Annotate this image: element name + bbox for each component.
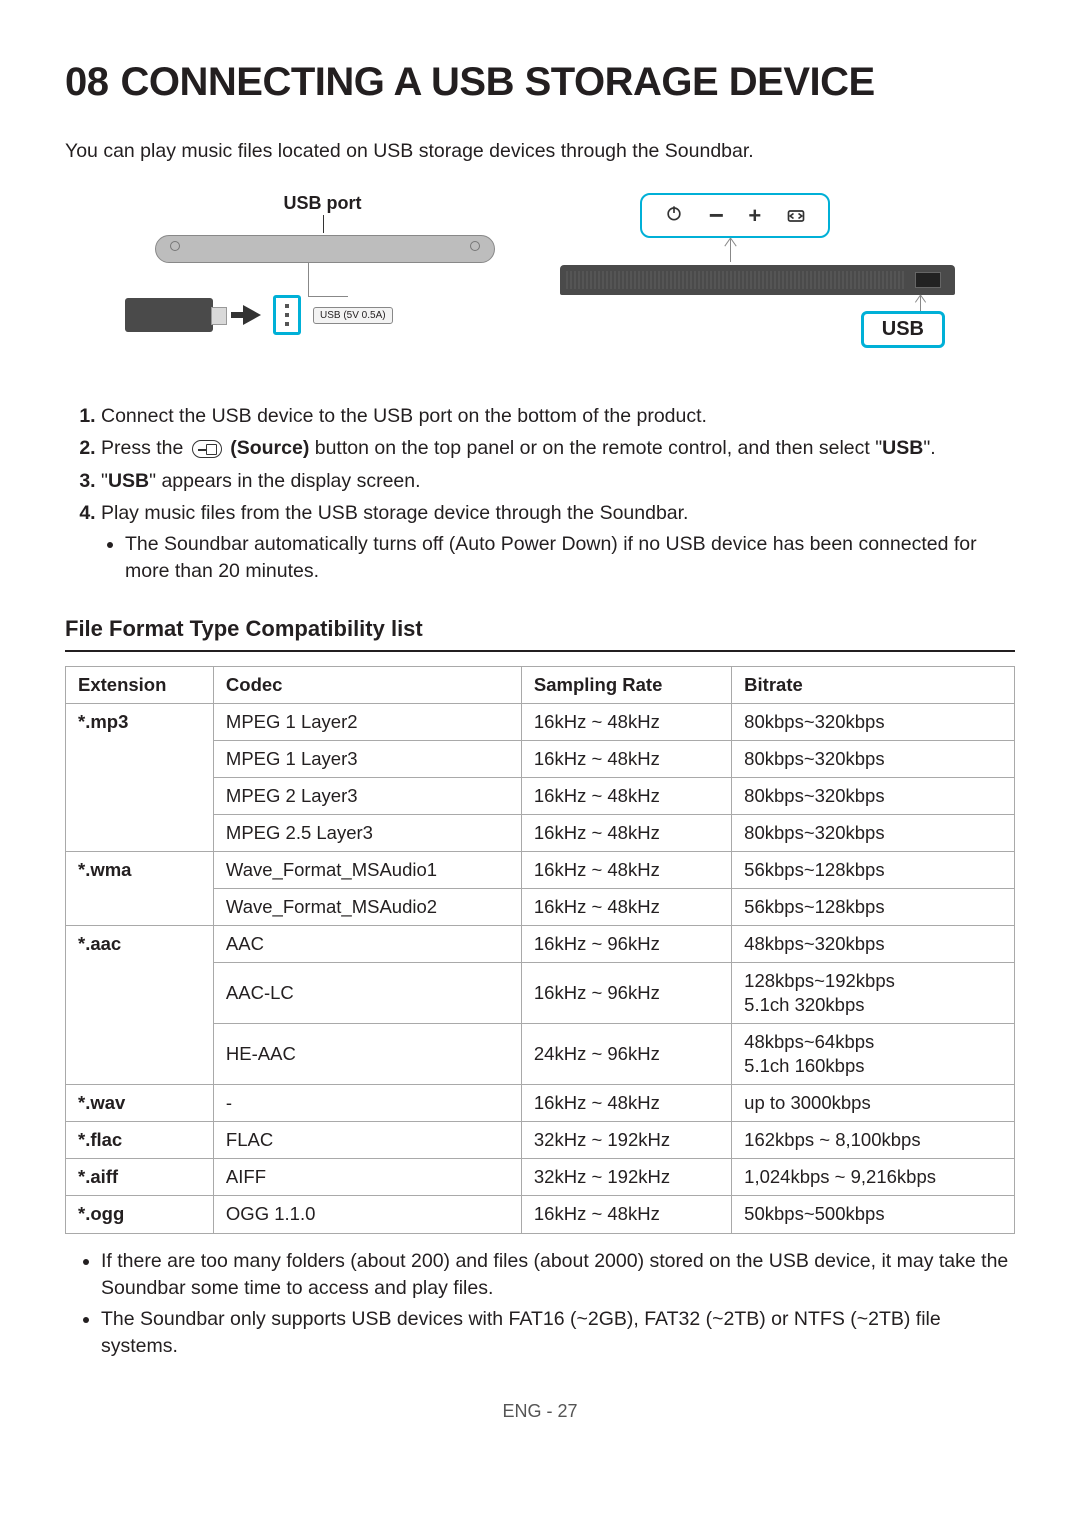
table-row: *.aacAAC16kHz ~ 96kHz48kbps~320kbps	[66, 926, 1015, 963]
step-1: Connect the USB device to the USB port o…	[101, 403, 1015, 430]
step-4-sub-1: The Soundbar automatically turns off (Au…	[125, 531, 1015, 586]
source-icon	[786, 206, 806, 226]
diagram-usb-display: − + USB	[560, 193, 955, 368]
col-extension: Extension	[66, 666, 214, 703]
cell-extension: *.aac	[66, 926, 214, 1085]
cell-rate: 16kHz ~ 48kHz	[521, 1085, 731, 1122]
cell-rate: 16kHz ~ 48kHz	[521, 740, 731, 777]
usb-spec-label: USB (5V 0.5A)	[313, 307, 393, 324]
cell-rate: 16kHz ~ 48kHz	[521, 814, 731, 851]
col-rate: Sampling Rate	[521, 666, 731, 703]
soundbar-front-view-icon	[560, 265, 955, 295]
page-title-text: CONNECTING A USB STORAGE DEVICE	[121, 60, 875, 104]
compat-table: Extension Codec Sampling Rate Bitrate *.…	[65, 666, 1015, 1234]
source-icon	[192, 440, 222, 458]
step-4-sublist: The Soundbar automatically turns off (Au…	[101, 531, 1015, 586]
intro-paragraph: You can play music files located on USB …	[65, 140, 1015, 163]
bubble-tail-icon	[730, 238, 731, 262]
diagram-row: USB port USB (5V 0.5A) − + USB	[65, 193, 1015, 368]
cell-rate: 16kHz ~ 96kHz	[521, 926, 731, 963]
usb-badge-tail-icon	[920, 295, 921, 311]
cell-codec: -	[213, 1085, 521, 1122]
usb-port-icon	[273, 295, 301, 335]
table-header-row: Extension Codec Sampling Rate Bitrate	[66, 666, 1015, 703]
cell-extension: *.ogg	[66, 1196, 214, 1233]
cell-codec: Wave_Format_MSAudio1	[213, 852, 521, 889]
cell-extension: *.mp3	[66, 703, 214, 851]
table-row: *.wmaWave_Format_MSAudio116kHz ~ 48kHz56…	[66, 852, 1015, 889]
diagram-usb-port: USB port USB (5V 0.5A)	[125, 193, 520, 368]
power-icon	[664, 203, 684, 228]
cell-rate: 16kHz ~ 48kHz	[521, 1196, 731, 1233]
footnote-2: The Soundbar only supports USB devices w…	[101, 1306, 1015, 1361]
control-panel-bubble: − +	[640, 193, 830, 238]
cell-rate: 16kHz ~ 48kHz	[521, 889, 731, 926]
col-codec: Codec	[213, 666, 521, 703]
cell-codec: AAC	[213, 926, 521, 963]
cell-bitrate: 48kbps~64kbps 5.1ch 160kbps	[732, 1024, 1015, 1085]
cell-rate: 16kHz ~ 48kHz	[521, 703, 731, 740]
cell-extension: *.flac	[66, 1122, 214, 1159]
cell-bitrate: 162kbps ~ 8,100kbps	[732, 1122, 1015, 1159]
col-bitrate: Bitrate	[732, 666, 1015, 703]
step-3: "USB" appears in the display screen.	[101, 468, 1015, 495]
cell-bitrate: 48kbps~320kbps	[732, 926, 1015, 963]
table-row: *.mp3MPEG 1 Layer216kHz ~ 48kHz80kbps~32…	[66, 703, 1015, 740]
cell-rate: 16kHz ~ 48kHz	[521, 777, 731, 814]
footnote-1: If there are too many folders (about 200…	[101, 1248, 1015, 1303]
cell-codec: HE-AAC	[213, 1024, 521, 1085]
cell-bitrate: 80kbps~320kbps	[732, 777, 1015, 814]
table-row: *.wav-16kHz ~ 48kHzup to 3000kbps	[66, 1085, 1015, 1122]
cell-rate: 32kHz ~ 192kHz	[521, 1122, 731, 1159]
cell-codec: MPEG 2.5 Layer3	[213, 814, 521, 851]
cell-bitrate: 56kbps~128kbps	[732, 852, 1015, 889]
cell-codec: MPEG 1 Layer2	[213, 703, 521, 740]
footnotes: If there are too many folders (about 200…	[65, 1248, 1015, 1361]
steps-list: Connect the USB device to the USB port o…	[65, 403, 1015, 586]
cell-rate: 16kHz ~ 48kHz	[521, 852, 731, 889]
cell-bitrate: up to 3000kbps	[732, 1085, 1015, 1122]
usb-port-label: USB port	[284, 193, 362, 214]
table-row: *.flacFLAC32kHz ~ 192kHz162kbps ~ 8,100k…	[66, 1122, 1015, 1159]
usb-display-badge: USB	[861, 311, 945, 348]
compat-heading: File Format Type Compatibility list	[65, 616, 1015, 652]
cell-bitrate: 128kbps~192kbps 5.1ch 320kbps	[732, 963, 1015, 1024]
cell-codec: MPEG 2 Layer3	[213, 777, 521, 814]
cell-bitrate: 50kbps~500kbps	[732, 1196, 1015, 1233]
table-row: *.oggOGG 1.1.016kHz ~ 48kHz50kbps~500kbp…	[66, 1196, 1015, 1233]
step-2: Press the (Source) button on the top pan…	[101, 435, 1015, 462]
cell-extension: *.wma	[66, 852, 214, 926]
usb-stick-icon	[125, 298, 213, 332]
page-footer: ENG - 27	[65, 1401, 1015, 1422]
cell-bitrate: 80kbps~320kbps	[732, 703, 1015, 740]
cell-extension: *.wav	[66, 1085, 214, 1122]
volume-plus-icon: +	[748, 203, 761, 229]
cell-extension: *.aiff	[66, 1159, 214, 1196]
table-row: *.aiffAIFF32kHz ~ 192kHz1,024kbps ~ 9,21…	[66, 1159, 1015, 1196]
cell-codec: AIFF	[213, 1159, 521, 1196]
arrow-right-icon	[243, 305, 261, 325]
cell-rate: 24kHz ~ 96kHz	[521, 1024, 731, 1085]
cell-codec: AAC-LC	[213, 963, 521, 1024]
cell-bitrate: 1,024kbps ~ 9,216kbps	[732, 1159, 1015, 1196]
page-title-number: 08	[65, 60, 109, 104]
cell-bitrate: 80kbps~320kbps	[732, 740, 1015, 777]
volume-minus-icon: −	[709, 200, 724, 231]
page-title: 08 CONNECTING A USB STORAGE DEVICE	[65, 60, 1015, 105]
cell-codec: Wave_Format_MSAudio2	[213, 889, 521, 926]
step-4: Play music files from the USB storage de…	[101, 500, 1015, 586]
cell-rate: 16kHz ~ 96kHz	[521, 963, 731, 1024]
cell-rate: 32kHz ~ 192kHz	[521, 1159, 731, 1196]
cell-bitrate: 56kbps~128kbps	[732, 889, 1015, 926]
callout-line	[308, 263, 348, 297]
cell-bitrate: 80kbps~320kbps	[732, 814, 1015, 851]
soundbar-top-view-icon	[155, 235, 495, 263]
cell-codec: OGG 1.1.0	[213, 1196, 521, 1233]
cell-codec: MPEG 1 Layer3	[213, 740, 521, 777]
cell-codec: FLAC	[213, 1122, 521, 1159]
